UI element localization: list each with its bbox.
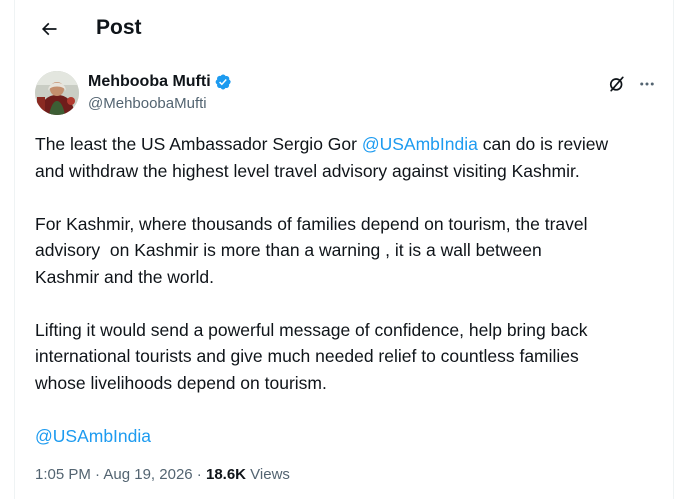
tweet-line: The least the US Ambassador Sergio Gor @… bbox=[35, 131, 655, 158]
back-button[interactable] bbox=[32, 12, 66, 46]
author-handle[interactable]: @MehboobaMufti bbox=[88, 94, 207, 114]
page-title: Post bbox=[96, 16, 142, 39]
author-name-row[interactable]: Mehbooba Mufti bbox=[88, 72, 232, 92]
mention-link[interactable]: @USAmbIndia bbox=[35, 426, 151, 446]
text-segment: can do is review bbox=[477, 134, 609, 154]
mention-link[interactable]: @USAmbIndia bbox=[362, 134, 478, 154]
views-count: 18.6K bbox=[205, 466, 247, 483]
tweet-line: international tourists and give much nee… bbox=[35, 346, 579, 366]
arrow-left-icon bbox=[41, 22, 57, 36]
more-horizontal-icon bbox=[640, 82, 654, 86]
tweet-line: Lifting it would send a powerful message… bbox=[35, 319, 588, 340]
post-date[interactable]: Aug 19, 2026 bbox=[103, 466, 192, 483]
tweet-line: whose livelihoods depend on tourism. bbox=[35, 372, 327, 393]
post-panel: Post Mehbooba Mufti @MehboobaMufti The l… bbox=[14, 0, 674, 499]
tweet-line: advisory on Kashmir is more than a warni… bbox=[35, 240, 542, 260]
tweet-line: @USAmbIndia bbox=[35, 423, 655, 450]
grok-icon bbox=[609, 76, 624, 92]
grok-button[interactable] bbox=[603, 70, 631, 98]
meta-separator: · bbox=[90, 466, 104, 483]
tweet-line: and withdraw the highest level travel ad… bbox=[35, 160, 580, 181]
text-segment: The least the US Ambassador Sergio Gor bbox=[35, 134, 362, 154]
more-options-button[interactable] bbox=[633, 70, 661, 98]
top-bar: Post bbox=[15, 0, 675, 58]
tweet-line: For Kashmir, where thousands of families… bbox=[35, 213, 588, 234]
avatar[interactable] bbox=[35, 71, 79, 115]
post-meta: 1:05 PM · Aug 19, 2026 · 18.6K Views bbox=[35, 465, 290, 485]
post-time[interactable]: 1:05 PM bbox=[35, 466, 91, 483]
tweet-text: The least the US Ambassador Sergio Gor @… bbox=[35, 131, 655, 449]
verified-badge-icon bbox=[214, 73, 232, 91]
author-name[interactable]: Mehbooba Mufti bbox=[88, 72, 211, 92]
tweet-line: Kashmir and the world. bbox=[35, 266, 214, 287]
views-label: Views bbox=[246, 466, 290, 483]
avatar-image bbox=[35, 71, 79, 115]
meta-separator: · bbox=[192, 466, 206, 483]
